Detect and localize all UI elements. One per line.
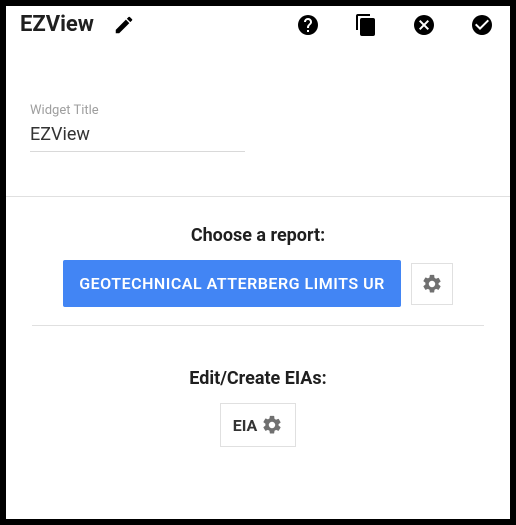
ok-button[interactable] [470, 13, 494, 37]
widget-title-section: Widget Title [6, 43, 510, 197]
edit-icon [113, 14, 135, 36]
help-button[interactable] [296, 13, 320, 37]
gear-icon [421, 273, 443, 295]
cancel-button[interactable] [412, 13, 436, 37]
header-actions [296, 13, 494, 37]
eia-heading: Edit/Create EIAs: [6, 368, 510, 389]
app-title: EZView [20, 12, 94, 37]
gear-icon [261, 414, 283, 436]
report-select-button[interactable]: GEOTECHNICAL ATTERBERG LIMITS UR [63, 260, 401, 307]
report-settings-button[interactable] [411, 263, 453, 305]
copy-button[interactable] [354, 13, 378, 37]
widget-title-label: Widget Title [30, 103, 486, 118]
cancel-icon [412, 13, 436, 37]
edit-button[interactable] [112, 13, 136, 37]
app-window: EZView Widget Title Choose a report: G [6, 6, 510, 519]
choose-report-section: Choose a report: GEOTECHNICAL ATTERBERG … [6, 197, 510, 338]
header-bar: EZView [6, 6, 510, 43]
eia-section: Edit/Create EIAs: EIA [6, 338, 510, 447]
widget-title-input[interactable] [30, 120, 245, 152]
report-row: GEOTECHNICAL ATTERBERG LIMITS UR [32, 260, 484, 326]
ok-icon [470, 13, 494, 37]
help-icon [296, 13, 320, 37]
copy-icon [354, 13, 378, 37]
choose-report-heading: Choose a report: [6, 225, 510, 246]
eia-button[interactable]: EIA [220, 403, 297, 447]
eia-button-label: EIA [233, 416, 258, 435]
